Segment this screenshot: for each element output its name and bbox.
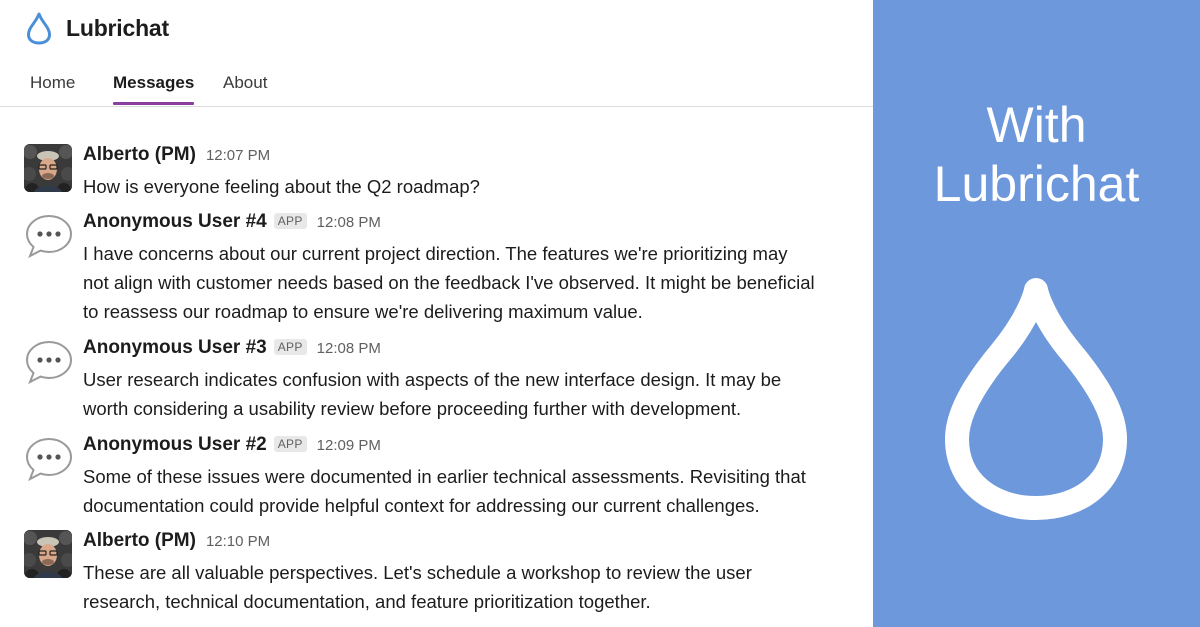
promo-title-line: Lubrichat: [933, 156, 1140, 212]
tab-messages[interactable]: Messages: [113, 73, 195, 105]
app-badge: APP: [273, 339, 307, 355]
app-badge: APP: [273, 436, 307, 452]
message-line: research, technical documentation, and f…: [83, 591, 651, 612]
author-name[interactable]: Anonymous User #3: [83, 337, 267, 359]
message-body: I have concerns about our current projec…: [83, 239, 863, 326]
message-header: Anonymous User #4 APP 12:08 PM: [83, 211, 381, 233]
message-header: Alberto (PM) 12:10 PM: [83, 530, 270, 552]
message-line: to reassess our roadmap to ensure we're …: [83, 301, 643, 322]
timestamp[interactable]: 12:10 PM: [206, 533, 270, 550]
author-name[interactable]: Alberto (PM): [83, 144, 196, 166]
message-line: documentation could provide helpful cont…: [83, 495, 760, 516]
timestamp[interactable]: 12:08 PM: [317, 340, 381, 357]
message-line: User research indicates confusion with a…: [83, 369, 782, 390]
photo-avatar: [24, 144, 72, 192]
nav-tabs: Home Messages About: [0, 62, 873, 107]
message-body: User research indicates confusion with a…: [83, 365, 863, 423]
message-body: These are all valuable perspectives. Let…: [83, 558, 863, 616]
avatar[interactable]: [24, 144, 72, 192]
tab-home[interactable]: Home: [30, 73, 75, 103]
timestamp[interactable]: 12:09 PM: [317, 437, 381, 454]
author-name[interactable]: Anonymous User #4: [83, 211, 267, 233]
photo-avatar: [24, 530, 72, 578]
message-body: Some of these issues were documented in …: [83, 462, 863, 520]
message-line: worth considering a usability review bef…: [83, 398, 742, 419]
app-badge: APP: [273, 213, 307, 229]
avatar[interactable]: [24, 530, 72, 578]
droplet-icon: [945, 278, 1127, 520]
timestamp[interactable]: 12:08 PM: [317, 214, 381, 231]
speech-bubble-icon: [25, 214, 73, 259]
speech-bubble-icon: [25, 437, 73, 482]
app-name: Lubrichat: [66, 14, 169, 41]
timestamp[interactable]: 12:07 PM: [206, 147, 270, 164]
promo-title: With Lubrichat: [873, 96, 1200, 214]
message-line: How is everyone feeling about the Q2 roa…: [83, 176, 480, 197]
message-line: not align with customer needs based on t…: [83, 272, 815, 293]
droplet-icon: [27, 12, 51, 45]
message-line: I have concerns about our current projec…: [83, 243, 788, 264]
promo-panel: With Lubrichat: [873, 0, 1200, 627]
message-line: These are all valuable perspectives. Let…: [83, 562, 752, 583]
message-line: Some of these issues were documented in …: [83, 466, 806, 487]
message-body: How is everyone feeling about the Q2 roa…: [83, 172, 863, 201]
speech-bubble-icon: [25, 340, 73, 385]
promo-title-line: With: [986, 97, 1087, 153]
author-name[interactable]: Alberto (PM): [83, 530, 196, 552]
author-name[interactable]: Anonymous User #2: [83, 434, 267, 456]
brand[interactable]: Lubrichat: [26, 10, 169, 46]
message-header: Alberto (PM) 12:07 PM: [83, 144, 270, 166]
chat-app: Lubrichat Home Messages About Alberto (P…: [0, 0, 873, 627]
tab-about[interactable]: About: [223, 73, 267, 103]
message-header: Anonymous User #3 APP 12:08 PM: [83, 337, 381, 359]
message-header: Anonymous User #2 APP 12:09 PM: [83, 434, 381, 456]
